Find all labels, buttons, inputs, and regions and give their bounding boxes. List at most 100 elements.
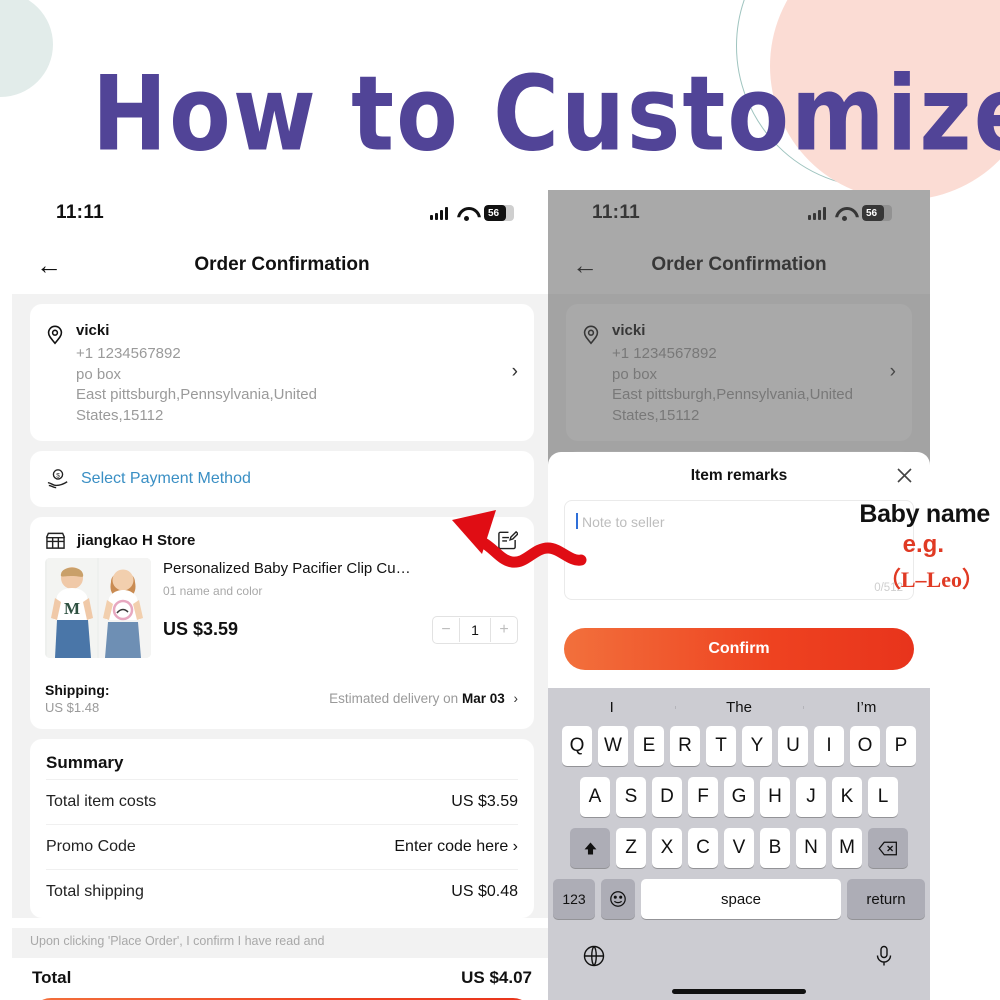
- order-disclaimer: Upon clicking 'Place Order', I confirm I…: [12, 927, 552, 958]
- address-name: vicki: [76, 322, 110, 339]
- key-a[interactable]: A: [580, 777, 610, 817]
- phone-screen-left: 11:11 56 ← Order Confirmation vicki +1 1…: [12, 190, 552, 1000]
- key-b[interactable]: B: [760, 828, 790, 868]
- key-q[interactable]: Q: [562, 726, 592, 766]
- address-card[interactable]: vicki +1 1234567892 po box East pittsbur…: [30, 304, 534, 441]
- prediction-2[interactable]: The: [675, 699, 802, 716]
- total-label: Total: [32, 967, 72, 987]
- key-t[interactable]: T: [706, 726, 736, 766]
- status-bar: 11:11 56: [12, 190, 552, 236]
- wifi-icon: [457, 207, 475, 221]
- phone-screen-right: 11:11 56 ← Order Confirmation: [548, 190, 930, 1000]
- keyboard-row-1: Q W E R T Y U I O P: [551, 726, 927, 766]
- summary-value: US $3.59: [451, 792, 518, 810]
- red-wavy-arrow-icon: [438, 492, 588, 572]
- shift-up-arrow-icon[interactable]: [570, 828, 610, 868]
- key-k[interactable]: K: [832, 777, 862, 817]
- key-s[interactable]: S: [616, 777, 646, 817]
- key-r[interactable]: R: [670, 726, 700, 766]
- keyboard-row-3: Z X C V B N M: [551, 828, 927, 868]
- key-u[interactable]: U: [778, 726, 808, 766]
- key-j[interactable]: J: [796, 777, 826, 817]
- shipping-cost: US $1.48: [45, 699, 100, 715]
- globe-language-icon[interactable]: [582, 944, 606, 968]
- battery-icon: 56: [484, 205, 514, 221]
- space-key[interactable]: space: [641, 879, 841, 919]
- summary-value: US $0.48: [451, 882, 518, 900]
- ios-keyboard: I The I’m Q W E R T Y U I O P A S D F G …: [548, 688, 930, 1000]
- nav-bar: ← Order Confirmation: [12, 236, 552, 294]
- promo-code-entry[interactable]: Enter code here ›: [394, 838, 518, 856]
- summary-row-total-item-costs: Total item costs US $3.59: [46, 778, 518, 824]
- modal-title: Item remarks: [690, 467, 788, 484]
- key-o[interactable]: O: [850, 726, 880, 766]
- order-item[interactable]: M Personalized Baby Pacifier Clip Custo……: [30, 557, 534, 672]
- svg-text:$: $: [56, 472, 60, 479]
- backspace-delete-icon[interactable]: [868, 828, 908, 868]
- store-name[interactable]: jiangkao H Store: [77, 532, 195, 549]
- prediction-1[interactable]: I: [548, 699, 675, 716]
- key-c[interactable]: C: [688, 828, 718, 868]
- key-m[interactable]: M: [832, 828, 862, 868]
- battery-level: 56: [488, 207, 500, 219]
- shipping-row[interactable]: Shipping: US $1.48 Estimated delivery on…: [30, 672, 534, 729]
- microphone-icon[interactable]: [872, 944, 896, 968]
- quantity-decrease-button[interactable]: −: [433, 618, 459, 642]
- summary-key: Total shipping: [46, 882, 144, 900]
- order-content: vicki +1 1234567892 po box East pittsbur…: [12, 294, 552, 918]
- emoji-smiley-icon[interactable]: [601, 879, 635, 919]
- shipping-chevron-icon[interactable]: ›: [514, 691, 519, 706]
- key-x[interactable]: X: [652, 828, 682, 868]
- address-phone: +1 1234567892: [76, 345, 181, 362]
- item-title: Personalized Baby Pacifier Clip Custo…: [163, 559, 411, 577]
- nav-title: Order Confirmation: [194, 254, 370, 275]
- svg-text:M: M: [64, 599, 80, 618]
- checkout-bottom-bar: Total US $4.07 Place order: [12, 957, 552, 1000]
- key-d[interactable]: D: [652, 777, 682, 817]
- key-p[interactable]: P: [886, 726, 916, 766]
- annotation-eg: e.g.: [902, 531, 944, 558]
- close-x-icon[interactable]: [895, 466, 914, 485]
- key-n[interactable]: N: [796, 828, 826, 868]
- summary-row-total-shipping: Total shipping US $0.48: [46, 868, 518, 914]
- prediction-3[interactable]: I’m: [802, 699, 930, 716]
- address-line2: East pittsburgh,Pennsylvania,United: [76, 386, 317, 404]
- numbers-key[interactable]: 123: [553, 879, 595, 919]
- back-arrow-icon[interactable]: ←: [36, 252, 66, 278]
- product-thumbnail[interactable]: M: [45, 557, 151, 658]
- key-h[interactable]: H: [760, 777, 790, 817]
- key-v[interactable]: V: [724, 828, 754, 868]
- quantity-increase-button[interactable]: +: [491, 618, 517, 642]
- key-w[interactable]: W: [598, 726, 628, 766]
- location-pin-icon: [44, 324, 66, 346]
- key-z[interactable]: Z: [616, 828, 646, 868]
- select-payment-method-label: Select Payment Method: [81, 469, 251, 487]
- address-line3: States,15112: [76, 407, 164, 425]
- signal-bars-icon: [430, 206, 448, 220]
- summary-key: Promo Code: [46, 837, 136, 855]
- confirm-button[interactable]: Confirm: [564, 628, 914, 670]
- return-key[interactable]: return: [847, 879, 925, 919]
- key-e[interactable]: E: [634, 726, 664, 766]
- delivery-estimate-date: Mar 03: [461, 690, 505, 706]
- summary-row-promo-code[interactable]: Promo Code Enter code here ›: [46, 823, 518, 869]
- address-line1: po box: [76, 365, 122, 383]
- key-y[interactable]: Y: [742, 726, 772, 766]
- summary-key: Total item costs: [46, 792, 157, 810]
- key-l[interactable]: L: [868, 777, 898, 817]
- total-value: US $4.07: [461, 967, 532, 987]
- summary-title: Summary: [46, 752, 124, 772]
- annotation-example: （L–Leo）: [878, 567, 984, 592]
- key-f[interactable]: F: [688, 777, 718, 817]
- item-remarks-modal: Item remarks Note to seller 0/512 Confir…: [548, 452, 930, 1000]
- delivery-estimate-prefix: Estimated delivery on: [329, 690, 459, 706]
- key-i[interactable]: I: [814, 726, 844, 766]
- item-sku: 01 name and color: [163, 583, 263, 598]
- page-title: How to Customize: [92, 52, 1000, 175]
- decorative-circle-top-left: [0, 0, 53, 97]
- key-g[interactable]: G: [724, 777, 754, 817]
- prediction-bar: I The I’m: [548, 688, 930, 726]
- payment-hand-coin-icon: $: [46, 468, 70, 490]
- address-chevron-icon[interactable]: ›: [512, 361, 518, 383]
- quantity-stepper[interactable]: − 1 +: [432, 615, 518, 644]
